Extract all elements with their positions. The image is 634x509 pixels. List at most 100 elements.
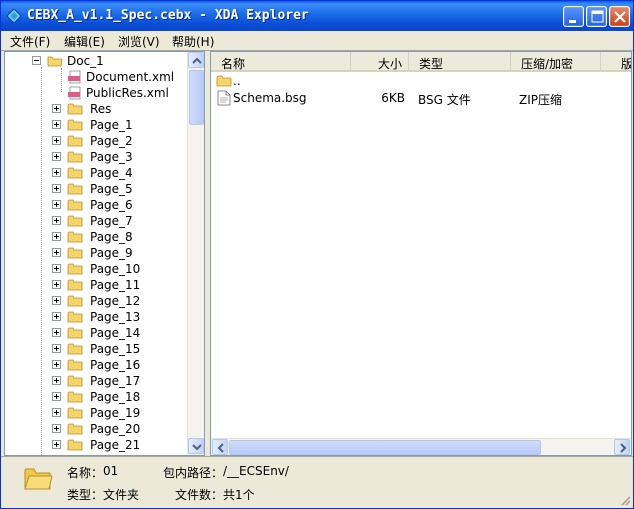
expand-toggle[interactable] <box>52 248 61 257</box>
folder-icon <box>67 343 83 355</box>
tree-item-folder[interactable]: Page_4 <box>5 165 195 181</box>
app-diamond-icon <box>7 9 21 23</box>
tree-vertical-scrollbar[interactable] <box>187 52 204 455</box>
tree-item-label: Page_10 <box>90 262 141 276</box>
tree-item-folder[interactable]: Page_17 <box>5 373 195 389</box>
resize-grip-icon[interactable] <box>619 494 631 506</box>
tree-item-label: Page_8 <box>90 230 133 244</box>
folder-tree[interactable]: Doc_1 Document.xml PublicRes.xml Res Page… <box>4 51 205 456</box>
folder-icon <box>67 119 83 131</box>
menu-bar: 文件(F) 编辑(E) 浏览(V) 帮助(H) <box>1 31 633 50</box>
expand-toggle[interactable] <box>52 312 61 321</box>
close-icon <box>614 11 626 23</box>
tree-item-label: Page_17 <box>90 374 141 388</box>
title-bar[interactable]: CEBX_A_v1.1_Spec.cebx - XDA Explorer <box>1 1 633 31</box>
expand-toggle[interactable] <box>52 344 61 353</box>
maximize-button[interactable] <box>586 6 607 27</box>
tree-item-folder[interactable]: Page_12 <box>5 293 195 309</box>
tree-item-folder[interactable]: Page_10 <box>5 261 195 277</box>
expand-toggle[interactable] <box>52 136 61 145</box>
folder-icon <box>67 167 83 179</box>
tree-item-folder[interactable]: Page_13 <box>5 309 195 325</box>
expand-toggle[interactable] <box>52 120 61 129</box>
expand-toggle[interactable] <box>52 104 61 113</box>
menu-file[interactable]: 文件(F) <box>10 33 50 50</box>
tree-item-folder[interactable]: Page_5 <box>5 181 195 197</box>
expand-toggle[interactable] <box>52 168 61 177</box>
item-type: BSG 文件 <box>418 93 471 107</box>
expand-toggle[interactable] <box>52 152 61 161</box>
tree-item-folder[interactable]: Page_20 <box>5 421 195 437</box>
item-name: .. <box>233 74 241 88</box>
list-horizontal-scrollbar[interactable] <box>211 438 631 455</box>
scroll-down-button[interactable] <box>188 438 204 454</box>
scroll-right-button[interactable] <box>614 439 630 455</box>
tree-item-folder[interactable]: Page_3 <box>5 149 195 165</box>
expand-toggle[interactable] <box>52 440 61 449</box>
tree-item-label: Page_4 <box>90 166 133 180</box>
column-header-size[interactable]: 大小 <box>351 52 409 71</box>
xml-file-icon <box>68 86 81 100</box>
column-header-name[interactable]: 名称 <box>211 52 351 71</box>
expand-toggle[interactable] <box>52 264 61 273</box>
expand-toggle[interactable] <box>52 216 61 225</box>
tree-item-doc-1[interactable]: Doc_1 <box>5 53 195 69</box>
minimize-button[interactable] <box>563 6 584 27</box>
folder-icon <box>67 231 83 243</box>
tree-item-folder[interactable]: Page_9 <box>5 245 195 261</box>
tree-item-folder[interactable]: Page_2 <box>5 133 195 149</box>
tree-item-folder[interactable]: Page_14 <box>5 325 195 341</box>
chevron-down-icon <box>192 444 202 451</box>
scroll-thumb[interactable] <box>189 70 204 125</box>
file-list[interactable]: 名称 大小 类型 压缩/加密 版 .. Schema.bsg 6KB BSG 文… <box>210 51 632 456</box>
folder-icon <box>67 103 83 115</box>
tree-item-folder[interactable]: Page_18 <box>5 389 195 405</box>
folder-icon <box>67 439 83 451</box>
maximize-icon <box>591 10 604 23</box>
menu-view[interactable]: 浏览(V) <box>118 33 160 50</box>
tree-item-folder[interactable]: Page_11 <box>5 277 195 293</box>
tree-item-label: PublicRes.xml <box>86 86 169 100</box>
tree-item-file[interactable]: Document.xml <box>5 69 195 85</box>
tree-item-folder[interactable]: Page_7 <box>5 213 195 229</box>
folder-icon <box>67 279 83 291</box>
column-header-type[interactable]: 类型 <box>409 52 511 71</box>
tree-item-folder[interactable]: Page_15 <box>5 341 195 357</box>
tree-item-folder[interactable]: Page_21 <box>5 437 195 453</box>
expand-toggle[interactable] <box>52 232 61 241</box>
tree-item-label: Page_16 <box>90 358 141 372</box>
tree-item-label: Page_9 <box>90 246 133 260</box>
close-button[interactable] <box>609 6 630 27</box>
expand-toggle[interactable] <box>52 408 61 417</box>
collapse-toggle[interactable] <box>32 56 41 65</box>
expand-toggle[interactable] <box>52 200 61 209</box>
menu-help[interactable]: 帮助(H) <box>172 33 214 50</box>
expand-toggle[interactable] <box>52 360 61 369</box>
expand-toggle[interactable] <box>52 392 61 401</box>
scroll-up-button[interactable] <box>188 52 204 68</box>
tree-item-file[interactable]: PublicRes.xml <box>5 85 195 101</box>
expand-toggle[interactable] <box>52 280 61 289</box>
list-item-file[interactable]: Schema.bsg 6KB BSG 文件 ZIP压缩 <box>211 90 631 107</box>
expand-toggle[interactable] <box>52 184 61 193</box>
expand-toggle[interactable] <box>52 328 61 337</box>
column-header-version[interactable]: 版 <box>601 52 631 71</box>
expand-toggle[interactable] <box>52 424 61 433</box>
expand-toggle[interactable] <box>52 376 61 385</box>
tree-item-folder[interactable]: Page_6 <box>5 197 195 213</box>
tree-item-folder[interactable]: Page_8 <box>5 229 195 245</box>
app-window: CEBX_A_v1.1_Spec.cebx - XDA Explorer 文件(… <box>0 0 634 509</box>
menu-edit[interactable]: 编辑(E) <box>64 33 105 50</box>
tree-item-folder[interactable]: Page_16 <box>5 357 195 373</box>
tree-item-label: Page_12 <box>90 294 141 308</box>
tree-item-folder[interactable]: Page_1 <box>5 117 195 133</box>
status-type-label: 类型： <box>67 488 104 502</box>
expand-toggle[interactable] <box>52 296 61 305</box>
scroll-thumb[interactable] <box>229 440 541 455</box>
tree-item-folder[interactable]: Page_19 <box>5 405 195 421</box>
list-item-parent[interactable]: .. <box>211 73 631 90</box>
tree-item-label: Page_18 <box>90 390 141 404</box>
column-header-compression[interactable]: 压缩/加密 <box>511 52 601 71</box>
scroll-left-button[interactable] <box>212 439 228 455</box>
tree-item-folder[interactable]: Res <box>5 101 195 117</box>
